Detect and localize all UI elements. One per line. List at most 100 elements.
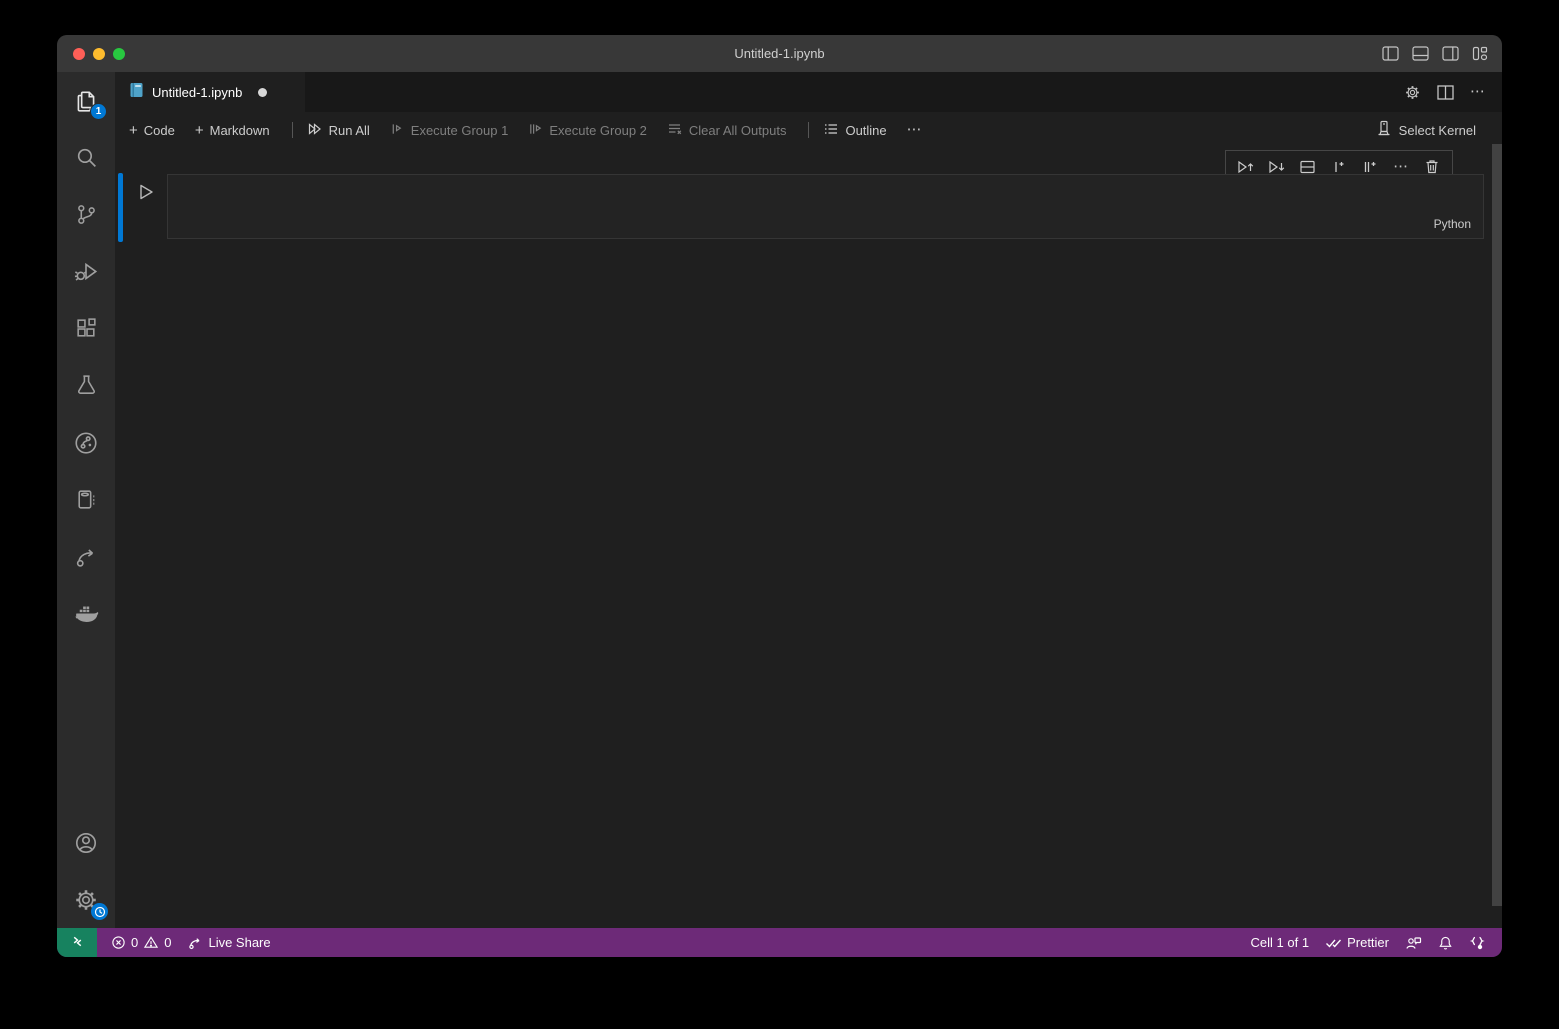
tab-bar: Untitled-1.ipynb ⋯ [115,72,1502,112]
feedback-button[interactable] [1397,935,1430,951]
notebook-settings-gear-icon[interactable] [1404,84,1421,101]
error-icon [111,935,126,950]
sidebar-item-run-debug[interactable] [57,243,115,300]
toolbar-more-actions-button[interactable]: ⋯ [907,125,923,135]
run-all-button[interactable]: Run All [307,121,370,140]
tab-dirty-indicator[interactable] [258,88,267,97]
select-kernel-label: Select Kernel [1399,123,1476,138]
clear-all-outputs-label: Clear All Outputs [689,123,787,138]
sidebar-item-git-graph[interactable] [57,414,115,471]
execute-group-1-button[interactable]: Execute Group 1 [390,121,509,140]
outline-button[interactable]: Outline [823,121,886,140]
sidebar-item-live-share[interactable] [57,528,115,585]
tab-label: Untitled-1.ipynb [152,85,242,100]
kernel-icon [1376,120,1392,140]
add-markdown-cell-button[interactable]: + Markdown [195,123,270,138]
plus-icon: + [129,124,138,137]
vscode-window: Untitled-1.ipynb 1 [57,35,1502,957]
cell-language-picker[interactable]: Python [1430,215,1475,233]
select-kernel-button[interactable]: Select Kernel [1376,112,1476,148]
notebook-toolbar: + Code + Markdown Run All [115,112,1502,148]
settings-clock-badge [91,903,108,920]
live-share-icon [73,544,99,570]
live-share-button[interactable]: Live Share [179,935,278,951]
braces-extension-button[interactable] [1461,935,1494,951]
layout-controls [1382,35,1488,72]
docker-whale-icon [73,600,100,627]
execute-group-2-button[interactable]: Execute Group 2 [528,121,647,140]
search-icon [74,145,99,170]
sidebar-item-jupyter-notebook[interactable] [57,471,115,528]
code-braces-icon [1469,935,1486,951]
maximize-window-button[interactable] [113,48,125,60]
split-editor-icon[interactable] [1437,85,1454,100]
cell-code-editor[interactable]: Python [167,174,1484,239]
feedback-icon [1405,935,1422,951]
accounts-button[interactable] [57,814,115,871]
more-icon: ⋯ [907,125,923,135]
execute-group-2-icon [528,121,543,140]
cell-indicator-label: Cell 1 of 1 [1251,935,1310,950]
notebook-icon [74,487,99,512]
add-markdown-label: Markdown [210,123,270,138]
run-all-label: Run All [329,123,370,138]
execute-group-1-icon [390,121,405,140]
account-icon [73,830,99,856]
warning-count: 0 [164,935,171,950]
toggle-panel-icon[interactable] [1412,46,1429,61]
notebook-editor: ⋯ Python [115,148,1502,928]
sidebar-item-source-control[interactable] [57,186,115,243]
execute-group-2-label: Execute Group 2 [549,123,647,138]
sidebar-item-search[interactable] [57,129,115,186]
sidebar-item-explorer[interactable]: 1 [57,72,115,129]
sidebar-item-testing[interactable] [57,357,115,414]
git-graph-circle-icon [73,430,99,456]
live-share-status-icon [187,935,203,951]
traffic-lights [73,35,125,72]
title-bar: Untitled-1.ipynb [57,35,1502,72]
plus-icon: + [195,124,204,137]
outline-list-icon [823,121,839,140]
run-debug-icon [73,259,99,285]
more-actions-icon[interactable]: ⋯ [1470,87,1486,97]
toolbar-separator [808,122,809,138]
error-count: 0 [131,935,138,950]
prettier-label: Prettier [1347,935,1389,950]
sidebar-item-docker[interactable] [57,585,115,642]
flask-icon [74,373,99,398]
clear-all-outputs-button[interactable]: Clear All Outputs [667,121,787,140]
execute-group-1-label: Execute Group 1 [411,123,509,138]
run-all-icon [307,121,323,140]
customize-layout-icon[interactable] [1472,46,1488,61]
notebook-cell[interactable]: Python [115,173,1502,242]
editor-actions: ⋯ [1404,72,1486,112]
prettier-button[interactable]: Prettier [1317,935,1397,950]
cell-focus-indicator[interactable] [118,173,123,242]
remote-indicator-button[interactable] [57,928,97,957]
toggle-secondary-sidebar-icon[interactable] [1442,46,1459,61]
sidebar-item-extensions[interactable] [57,300,115,357]
outline-label: Outline [845,123,886,138]
cell-indicator[interactable]: Cell 1 of 1 [1243,935,1318,950]
source-control-icon [74,202,99,227]
extensions-icon [74,316,99,341]
double-check-icon [1325,936,1342,950]
remote-icon [70,934,85,952]
toggle-primary-sidebar-icon[interactable] [1382,46,1399,61]
activity-bar: 1 [57,72,115,928]
close-window-button[interactable] [73,48,85,60]
problems-button[interactable]: 0 0 [103,935,179,950]
notifications-button[interactable] [1430,935,1461,951]
bell-icon [1438,935,1453,951]
tab-untitled-1-ipynb[interactable]: Untitled-1.ipynb [115,72,305,112]
add-code-cell-button[interactable]: + Code [129,123,175,138]
explorer-badge: 1 [90,103,107,120]
warning-icon [143,935,159,950]
editor-scrollbar[interactable] [1492,144,1502,906]
live-share-label: Live Share [208,935,270,950]
settings-button[interactable] [57,871,115,928]
minimize-window-button[interactable] [93,48,105,60]
window-title: Untitled-1.ipynb [57,46,1502,61]
run-cell-button[interactable] [135,181,157,203]
status-bar: 0 0 Live Share Cell 1 of 1 Pr [57,928,1502,957]
